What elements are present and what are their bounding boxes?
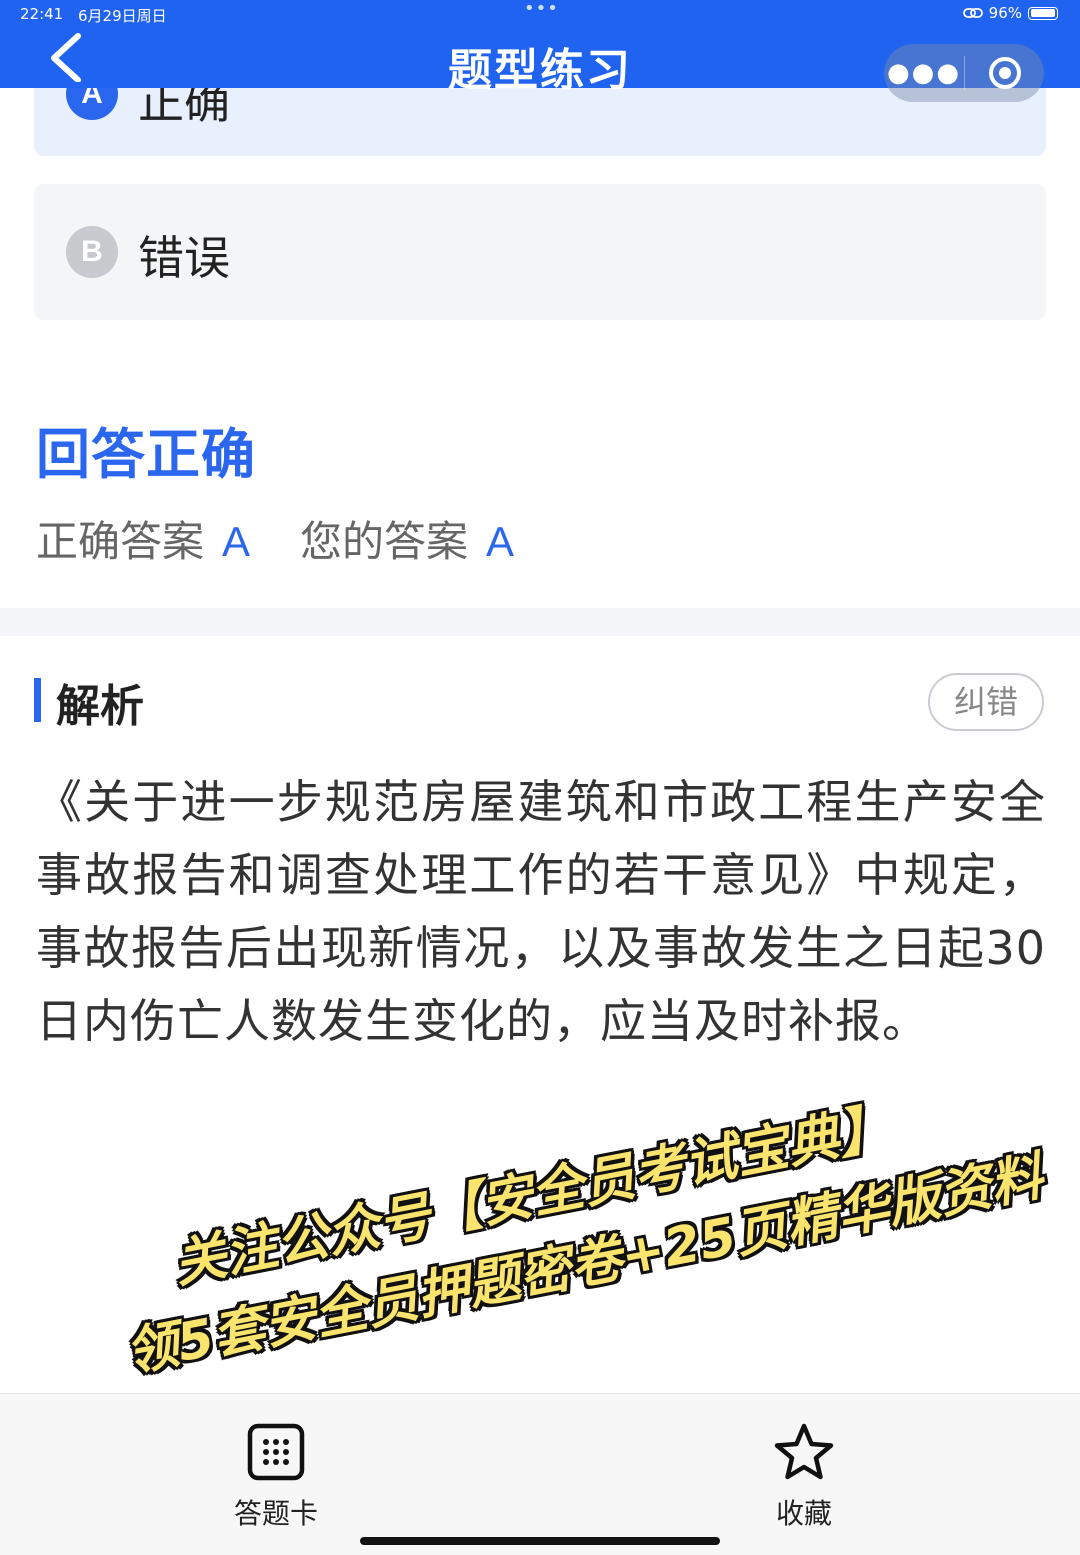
correct-answer-label: 正确答案 [36,517,205,566]
correct-answer-value: A [222,518,251,565]
link-icon [962,8,983,18]
analysis-accent-bar [34,678,41,722]
battery-icon [1028,6,1058,20]
close-mini-program-button[interactable] [965,44,1044,102]
answer-card-label: 答题卡 [233,1497,318,1530]
your-answer-label: 您的答案 [300,517,469,566]
promo-line-1: 关注公众号【安全员考试宝典】 [169,1097,896,1295]
status-indicators: 96% [962,4,1058,22]
status-date: 6月29日周日 [78,7,167,25]
option-b-text: 错误 [138,231,230,285]
favorite-label: 收藏 [775,1497,832,1530]
bottom-toolbar: 答题卡 收藏 [0,1393,1080,1555]
answer-summary: 正确答案 A 您的答案 A [36,508,514,569]
favorite-button[interactable]: 收藏 [744,1422,864,1532]
mini-program-capsule: ●●● [884,44,1044,102]
option-b-letter: B [66,226,118,278]
promo-overlay: 关注公众号【安全员考试宝典】 领5套安全员押题密卷+25页精华版资料 [88,1026,1047,1404]
status-time: 22:41 [20,5,64,23]
more-dots-icon[interactable]: ●●● [884,44,964,102]
section-divider [0,608,1080,636]
analysis-title: 解析 [56,681,144,732]
your-answer-value: A [486,518,515,565]
multitask-dots-icon[interactable]: ••• [524,0,559,19]
target-icon [988,57,1021,89]
home-indicator[interactable] [360,1537,720,1545]
report-error-button[interactable]: 纠错 [928,673,1044,731]
grid-card-icon [247,1423,305,1481]
promo-line-2: 领5套安全员押题密卷+25页精华版资料 [121,1147,1048,1384]
option-b[interactable]: B 错误 [34,184,1046,320]
analysis-body: 《关于进一步规范房屋建筑和市政工程生产安全事故报告和调查处理工作的若干意见》中规… [36,775,1046,1048]
answer-card-button[interactable]: 答题卡 [216,1422,336,1532]
star-icon [774,1423,834,1480]
battery-percent: 96% [988,4,1022,22]
result-status: 回答正确 [36,423,256,486]
